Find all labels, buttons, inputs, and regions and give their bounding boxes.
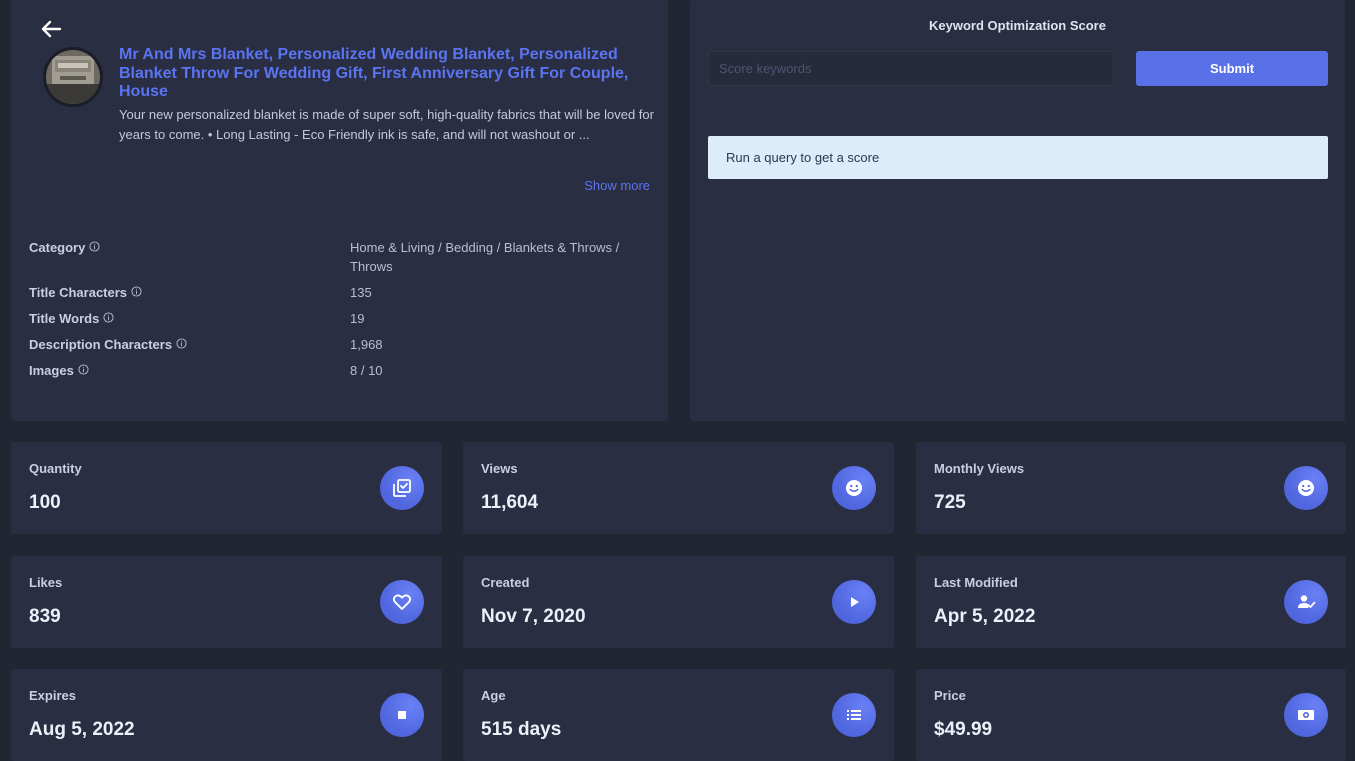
score-keywords-input[interactable]	[708, 51, 1114, 86]
show-more-link[interactable]: Show more	[584, 178, 650, 193]
metric-label: Monthly Views	[934, 461, 1025, 476]
heart-icon	[380, 580, 424, 624]
metric-value: 725	[934, 492, 966, 513]
product-card: Mr And Mrs Blanket, Personalized Wedding…	[11, 0, 668, 421]
info-icon[interactable]	[131, 286, 142, 297]
stat-value: Home & Living / Bedding / Blankets & Thr…	[350, 240, 620, 274]
stat-value: 135	[350, 285, 372, 300]
metric-card-last-modified: Last Modified Apr 5, 2022	[916, 556, 1346, 648]
metric-value: $49.99	[934, 719, 993, 740]
score-result-alert: Run a query to get a score	[708, 136, 1328, 179]
list-icon	[832, 693, 876, 737]
product-title[interactable]: Mr And Mrs Blanket, Personalized Wedding…	[119, 46, 649, 102]
metric-value: 100	[29, 492, 61, 513]
metric-card-views: Views 11,604	[463, 442, 894, 534]
metric-label: Price	[934, 688, 966, 703]
product-thumbnail	[43, 47, 103, 107]
metric-label: Age	[481, 688, 506, 703]
stop-icon	[380, 693, 424, 737]
money-icon	[1284, 693, 1328, 737]
keyword-card-title: Keyword Optimization Score	[929, 18, 1106, 33]
stat-label: Images	[29, 363, 74, 378]
product-description: Your new personalized blanket is made of…	[119, 107, 654, 142]
stat-label: Category	[29, 240, 86, 255]
metric-card-age: Age 515 days	[463, 669, 894, 761]
smile-icon	[1284, 466, 1328, 510]
stat-value: 1,968	[350, 337, 383, 352]
metric-value: 839	[29, 606, 61, 627]
listing-stats: Category Home & Living / Bedding / Blank…	[29, 238, 659, 387]
stat-value: 19	[350, 311, 365, 326]
metric-value: 515 days	[481, 719, 562, 740]
metric-card-created: Created Nov 7, 2020	[463, 556, 894, 648]
stat-label: Title Characters	[29, 285, 128, 300]
metric-value: 11,604	[481, 492, 539, 513]
metric-card-quantity: Quantity 100	[11, 442, 442, 534]
stat-value: 8 / 10	[350, 363, 383, 378]
metric-card-expires: Expires Aug 5, 2022	[11, 669, 442, 761]
metric-label: Created	[481, 575, 530, 590]
metric-card-monthly-views: Monthly Views 725	[916, 442, 1346, 534]
stat-row-title-words: Title Words 19	[29, 309, 659, 335]
metric-value: Nov 7, 2020	[481, 606, 586, 627]
stat-label: Description Characters	[29, 337, 173, 352]
keyword-optimization-card: Keyword Optimization Score Submit Run a …	[690, 0, 1345, 421]
metric-value: Apr 5, 2022	[934, 606, 1036, 627]
info-icon[interactable]	[89, 241, 100, 252]
stat-row-category: Category Home & Living / Bedding / Blank…	[29, 238, 659, 283]
info-icon[interactable]	[103, 312, 114, 323]
submit-button[interactable]: Submit	[1136, 51, 1328, 86]
checklist-icon	[380, 466, 424, 510]
stat-row-description-characters: Description Characters 1,968	[29, 335, 659, 361]
smile-icon	[832, 466, 876, 510]
play-icon	[832, 580, 876, 624]
metric-label: Expires	[29, 688, 76, 703]
stat-label: Title Words	[29, 311, 100, 326]
info-icon[interactable]	[176, 338, 187, 349]
back-arrow-icon[interactable]	[39, 18, 63, 40]
metric-label: Quantity	[29, 461, 82, 476]
metric-card-price: Price $49.99	[916, 669, 1346, 761]
info-icon[interactable]	[78, 364, 89, 375]
metric-label: Likes	[29, 575, 63, 590]
stat-row-images: Images 8 / 10	[29, 361, 659, 387]
metric-label: Views	[481, 461, 518, 476]
metric-card-likes: Likes 839	[11, 556, 442, 648]
metric-value: Aug 5, 2022	[29, 719, 135, 740]
metric-label: Last Modified	[934, 575, 1018, 590]
stat-row-title-characters: Title Characters 135	[29, 283, 659, 309]
user-check-icon	[1284, 580, 1328, 624]
